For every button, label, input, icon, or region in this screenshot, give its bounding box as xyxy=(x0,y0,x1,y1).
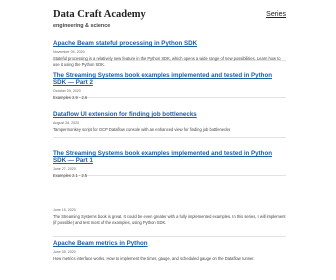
post-date: November 05, 2020 xyxy=(53,50,85,55)
post-date: October 09, 2020 xyxy=(53,89,81,94)
post-date: June 05, 2020 xyxy=(53,250,76,255)
post-summary: How metrics interface works. How to impl… xyxy=(53,256,255,262)
page: Data Craft Academy engineering & science… xyxy=(0,0,336,280)
post-title-link[interactable]: The Streaming Systems book examples impl… xyxy=(53,72,286,86)
post-summary: Stateful processing is a relatively new … xyxy=(53,56,281,67)
post-summary: Examples 2.1 - 2.5 xyxy=(53,173,88,179)
site-title-link[interactable]: Data Craft Academy xyxy=(53,9,146,20)
post-item: June 15, 2020 The Streaming Systems book… xyxy=(53,205,286,225)
post-item: Apache Beam metrics in Python June 05, 2… xyxy=(53,240,286,262)
post-title-link[interactable]: The Streaming Systems book examples impl… xyxy=(53,150,286,164)
post-title-link[interactable]: Apache Beam metrics in Python xyxy=(53,240,286,247)
divider xyxy=(53,236,286,237)
post-title-link[interactable]: Apache Beam stateful processing in Pytho… xyxy=(53,40,286,47)
post-item: The Streaming Systems book examples impl… xyxy=(53,72,286,101)
post-item: Apache Beam stateful processing in Pytho… xyxy=(53,40,286,67)
post-item: Dataflow UI extension for finding job bo… xyxy=(53,111,286,133)
nav-series-link[interactable]: Series xyxy=(266,11,286,18)
post-date: August 28, 2020 xyxy=(53,121,80,126)
site-header: Data Craft Academy engineering & science… xyxy=(53,9,286,35)
post-summary: The Streaming Systems book is great. It … xyxy=(53,214,286,225)
site-tagline: engineering & science xyxy=(53,23,111,29)
post-date: June 15, 2020 xyxy=(53,208,76,212)
post-title-link[interactable]: Dataflow UI extension for finding job bo… xyxy=(53,111,286,118)
post-summary: Examples 2.9 - 2.6 xyxy=(53,95,88,101)
post-item: The Streaming Systems book examples impl… xyxy=(53,150,286,179)
divider xyxy=(53,137,286,138)
post-summary: Tampermonkey script for GCP Dataflow con… xyxy=(53,127,231,133)
post-date: June 27, 2020 xyxy=(53,167,76,172)
